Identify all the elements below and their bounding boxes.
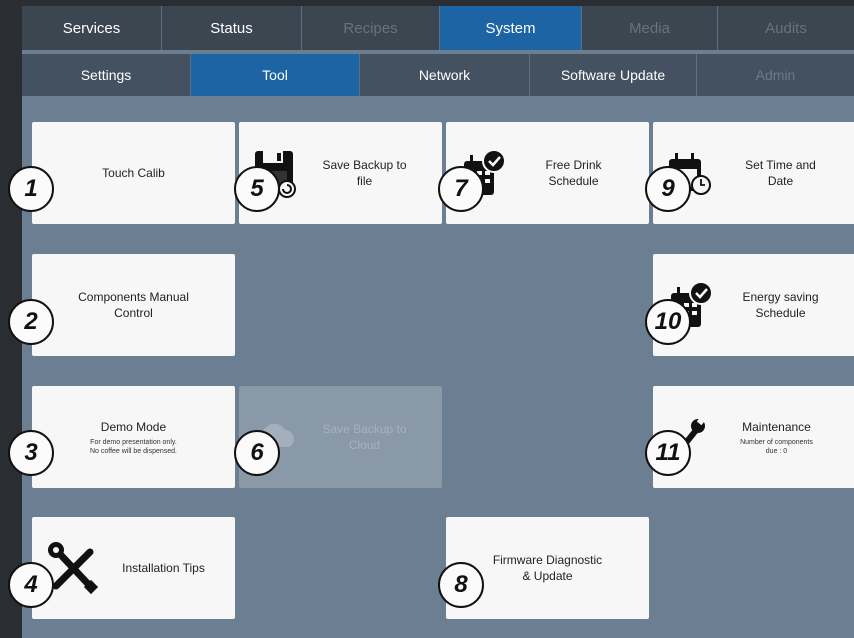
free-drink-schedule-label: Free Drink Schedule: [545, 158, 602, 188]
tab-media[interactable]: Media: [582, 6, 718, 50]
demo-mode-text: Demo Mode For demo presentation only. No…: [90, 419, 177, 456]
demo-mode-note: For demo presentation only. No coffee wi…: [89, 438, 178, 455]
maintenance-label: Maintenance: [742, 419, 811, 434]
installation-tips-button[interactable]: Installation Tips: [32, 517, 235, 619]
demo-mode-label: Demo Mode: [100, 419, 167, 434]
components-manual-control-label: Components Manual Control: [78, 290, 189, 320]
components-manual-control-button[interactable]: Components Manual Control: [32, 254, 235, 356]
callout-badge-6: 6: [234, 430, 280, 476]
callout-badge-5: 5: [234, 166, 280, 212]
callout-badge-7: 7: [438, 166, 484, 212]
subtab-software-update[interactable]: Software Update: [530, 54, 697, 96]
touch-calib-label: Touch Calib: [102, 166, 165, 180]
tab-system[interactable]: System: [440, 6, 582, 50]
main-tab-bar: Services Status Recipes System Media Aud…: [22, 6, 854, 50]
callout-badge-4: 4: [8, 562, 54, 608]
screen: Services Status Recipes System Media Aud…: [0, 0, 854, 638]
tab-audits[interactable]: Audits: [718, 6, 854, 50]
subtab-admin[interactable]: Admin: [697, 54, 854, 96]
tab-status[interactable]: Status: [162, 6, 302, 50]
set-time-date-label: Set Time and Date: [745, 158, 816, 188]
callout-badge-8: 8: [438, 562, 484, 608]
tab-recipes[interactable]: Recipes: [302, 6, 440, 50]
installation-tips-label: Installation Tips: [122, 561, 205, 575]
energy-saving-schedule-label: Energy saving Schedule: [742, 290, 819, 320]
callout-badge-1: 1: [8, 166, 54, 212]
subtab-network[interactable]: Network: [360, 54, 530, 96]
save-backup-file-label: Save Backup to file: [322, 158, 407, 188]
callout-badge-9: 9: [645, 166, 691, 212]
wrench-screwdriver-icon: [48, 542, 99, 595]
callout-badge-10: 10: [645, 299, 691, 345]
save-backup-cloud-label: Save Backup to Cloud: [322, 422, 407, 452]
touch-calib-button[interactable]: Touch Calib: [32, 122, 235, 224]
demo-mode-button[interactable]: Demo Mode For demo presentation only. No…: [32, 386, 235, 488]
subtab-settings[interactable]: Settings: [22, 54, 191, 96]
subtab-tool[interactable]: Tool: [191, 54, 360, 96]
firmware-diagnostic-update-label: Firmware Diagnostic & Update: [492, 553, 603, 583]
callout-badge-3: 3: [8, 430, 54, 476]
callout-badge-11: 11: [645, 430, 691, 476]
maintenance-due-count: Number of components due : 0: [740, 438, 813, 455]
maintenance-text: Maintenance Number of components due : 0: [707, 419, 854, 456]
tab-services[interactable]: Services: [22, 6, 162, 50]
callout-badge-2: 2: [8, 299, 54, 345]
system-panel: Services Status Recipes System Media Aud…: [22, 6, 854, 638]
sub-tab-bar: Settings Tool Network Software Update Ad…: [22, 54, 854, 96]
